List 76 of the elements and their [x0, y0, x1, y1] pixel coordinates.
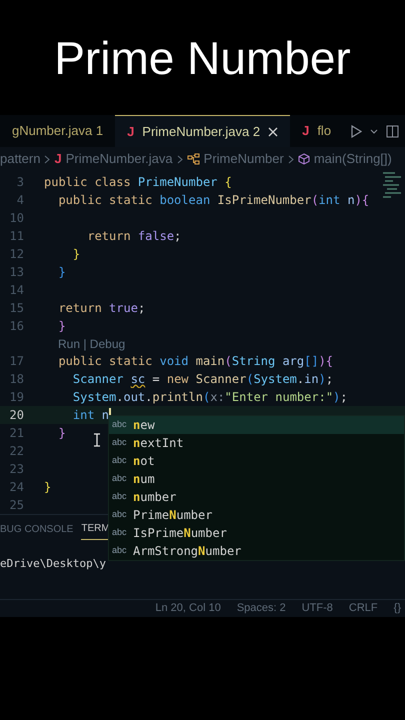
chevron-right-icon [288, 154, 294, 164]
code-line: } [57, 318, 66, 335]
line-number: 16 [8, 318, 24, 335]
suggestion-label: new [133, 417, 155, 434]
word-kind-label: abc [112, 436, 127, 450]
line-number: 23 [8, 461, 24, 478]
word-kind-label: abc [112, 472, 127, 486]
minimap-drawing [381, 171, 403, 199]
line-number: 17 [8, 353, 24, 370]
code-line: System.out.println(x:"Enter number:"); [72, 389, 348, 406]
chevron-right-icon [176, 154, 183, 164]
line-number: 19 [8, 389, 24, 406]
line-number: 12 [8, 246, 24, 263]
chevron-right-icon [44, 154, 50, 164]
word-kind-label: abc [112, 508, 127, 522]
tab-label: flo [317, 122, 332, 140]
terminal-output: eDrive\Desktop\y [0, 557, 106, 570]
code-line: Scanner sc = new Scanner(System.in); [72, 371, 334, 388]
line-number: 22 [8, 443, 24, 460]
suggestion-item[interactable]: abc nextInt [109, 434, 404, 452]
suggestion-label: IsPrimeNumber [133, 525, 227, 542]
suggestion-label: number [133, 489, 176, 506]
line-number: 21 [8, 425, 24, 442]
suggestion-item[interactable]: abc PrimeNumber [109, 506, 404, 524]
tab-label: gNumber.java 1 [12, 122, 104, 140]
suggestion-item[interactable]: abc number [109, 488, 404, 506]
line-number: 18 [8, 371, 24, 388]
cube-icon [298, 153, 310, 165]
video-title: Prime Number [54, 34, 351, 80]
java-file-icon: J [54, 149, 62, 169]
code-line: public static void main(String arg[]){ [57, 353, 334, 370]
line-number: 25 [8, 497, 24, 514]
code-line: return false; [86, 228, 182, 245]
line-number: 15 [8, 300, 24, 317]
java-file-icon: J [302, 121, 310, 141]
code-line: public class PrimeNumber { [44, 174, 232, 191]
line-number: 10 [8, 210, 24, 227]
suggestion-label: nextInt [133, 435, 184, 452]
tab-label: PrimeNumber.java 2 [142, 122, 260, 141]
line-number: 24 [8, 479, 24, 496]
suggestion-label: not [133, 453, 155, 470]
code-line: return true; [57, 300, 146, 317]
suggestion-label: num [133, 471, 155, 488]
run-icon[interactable] [351, 124, 362, 138]
word-kind-label: abc [112, 490, 127, 504]
suggestion-item[interactable]: abc ArmStrongNumber [109, 542, 404, 560]
close-icon[interactable] [268, 126, 278, 136]
line-number: 13 [8, 264, 24, 281]
code-lens[interactable]: Run | Debug [58, 334, 126, 352]
java-file-icon: J [127, 122, 134, 142]
split-editor-icon[interactable] [386, 124, 400, 138]
code-line: } [44, 479, 52, 496]
word-kind-label: abc [112, 544, 127, 558]
suggestion-label: ArmStrongNumber [133, 543, 242, 560]
line-number: 4 [16, 192, 24, 209]
word-kind-label: abc [112, 418, 127, 432]
chevron-down-icon[interactable] [370, 128, 378, 134]
text-cursor-icon [93, 433, 101, 447]
line-number: 20 [8, 407, 24, 424]
suggestion-item[interactable]: abc IsPrimeNumber [109, 524, 404, 542]
code-line: } [57, 425, 66, 442]
line-number: 11 [8, 228, 24, 245]
word-kind-label: abc [112, 454, 127, 468]
suggestion-item[interactable]: abc not [109, 452, 404, 470]
suggestion-label: PrimeNumber [133, 507, 212, 524]
line-number: 3 [16, 174, 24, 191]
code-line: int n [72, 407, 110, 424]
word-kind-label: abc [112, 526, 127, 540]
editor-tab[interactable]: J PrimeNumber.java 2 [115, 115, 290, 147]
class-icon [186, 153, 200, 165]
code-line: public static boolean IsPrimeNumber(int n){ [57, 192, 370, 209]
code-line: } [57, 264, 66, 281]
suggestion-item[interactable]: abc new [109, 416, 404, 434]
suggestion-item[interactable]: abc num [109, 470, 404, 488]
code-line: } [72, 246, 80, 263]
line-number: 14 [8, 282, 24, 299]
